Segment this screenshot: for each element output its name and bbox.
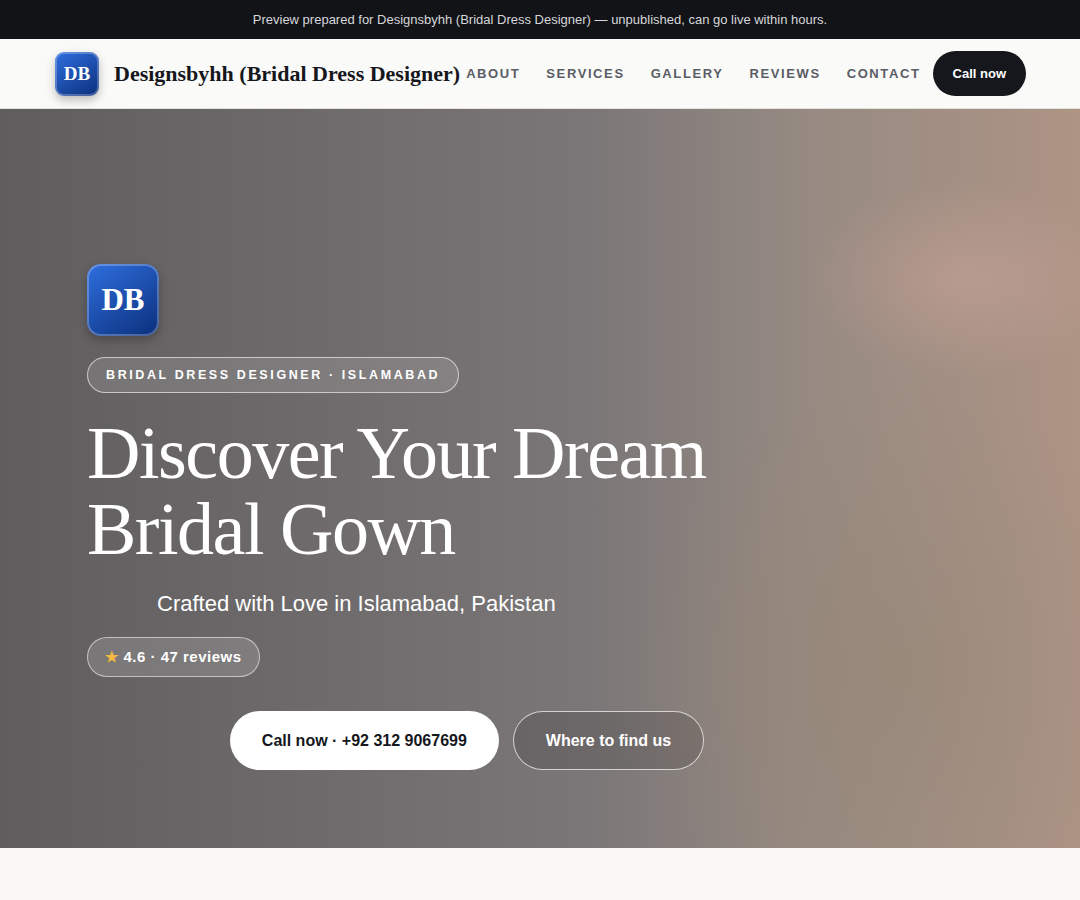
nav-link[interactable]: CONTACT	[847, 66, 921, 81]
logo-icon: DB	[87, 264, 159, 336]
hero-subtitle: Crafted with Love in Islamabad, Pakistan	[87, 591, 556, 617]
call-button[interactable]: Call now	[933, 51, 1026, 96]
nav-link[interactable]: GALLERY	[651, 66, 724, 81]
rating-text: 4.6 · 47 reviews	[124, 648, 242, 666]
hero-button[interactable]: Where to find us	[513, 711, 704, 770]
hero-buttons: Call now · +92 312 9067699Where to find …	[87, 711, 847, 770]
hero-content: DB BRIDAL DRESS DESIGNER · ISLAMABAD Dis…	[0, 109, 847, 770]
hero-badge: BRIDAL DRESS DESIGNER · ISLAMABAD	[87, 357, 459, 393]
hero-title: Discover Your Dream Bridal Gown	[87, 415, 767, 567]
nav-link[interactable]: ABOUT	[466, 66, 520, 81]
nav-link[interactable]: SERVICES	[546, 66, 624, 81]
nav-link[interactable]: REVIEWS	[750, 66, 821, 81]
preview-banner: Preview prepared for Designsbyhh (Bridal…	[0, 0, 1080, 39]
brand-name: Designsbyhh (Bridal Dress Designer)	[114, 61, 460, 87]
brand[interactable]: DB Designsbyhh (Bridal Dress Designer)	[55, 52, 460, 96]
logo-icon: DB	[55, 52, 99, 96]
nav-links: ABOUT SERVICES GALLERY REVIEWS CONTACT	[466, 66, 932, 81]
rating-badge: ★ 4.6 · 47 reviews	[87, 637, 260, 677]
hero: DB BRIDAL DRESS DESIGNER · ISLAMABAD Dis…	[0, 109, 1080, 848]
star-icon: ★	[105, 648, 119, 666]
header: DB Designsbyhh (Bridal Dress Designer) A…	[0, 39, 1080, 109]
hero-button[interactable]: Call now · +92 312 9067699	[230, 711, 499, 770]
page: Preview prepared for Designsbyhh (Bridal…	[0, 0, 1080, 900]
next-section	[0, 848, 1080, 900]
